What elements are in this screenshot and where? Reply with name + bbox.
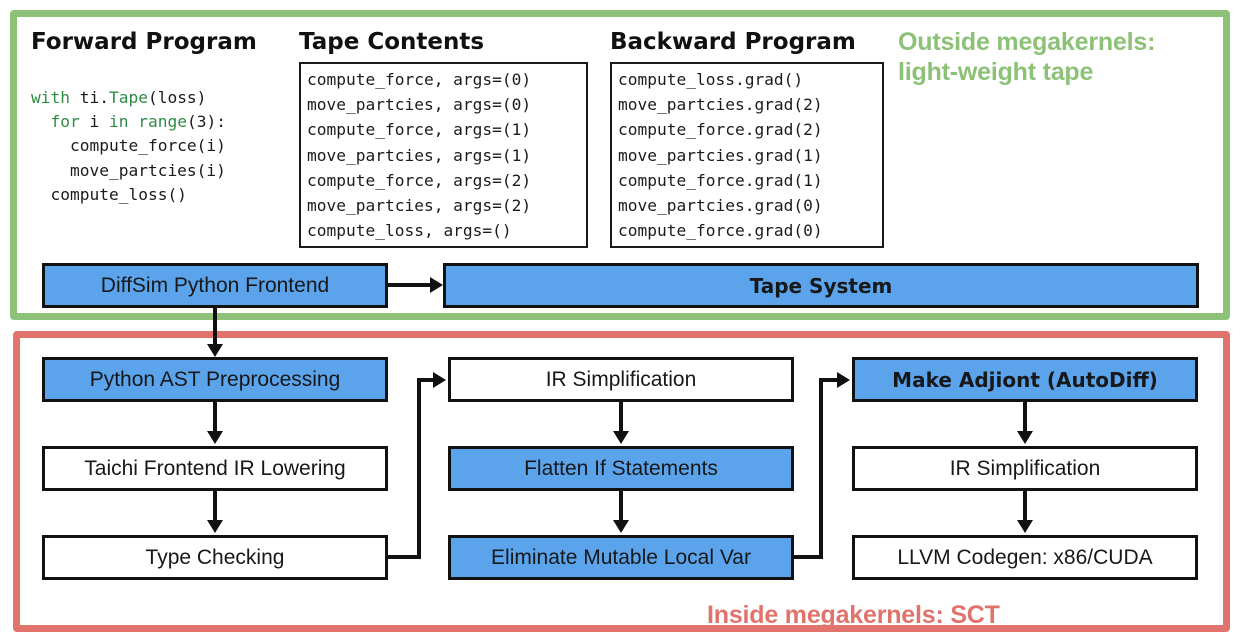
edge-typecheck-to-irsimp1-seg2 [417, 378, 421, 559]
arrowhead-flatten-to-eliminate [613, 520, 629, 533]
code-keyword-in: in range [109, 112, 187, 132]
arrowhead-frontend-to-tape-system [430, 277, 443, 293]
node-python-ast-preprocessing[interactable]: Python AST Preprocessing [42, 357, 388, 402]
heading-backward-program: Backward Program [610, 29, 856, 55]
code-keyword-for: for [50, 112, 80, 132]
annotation-inside-megakernels: Inside megakernels: SCT [707, 601, 1000, 629]
tape-contents-list: compute_force, args=(0) move_partcies, a… [307, 70, 532, 241]
node-tape-system[interactable]: Tape System [443, 263, 1199, 308]
edge-flatten-to-eliminate [619, 491, 623, 522]
node-make-adjoint-autodiff[interactable]: Make Adjiont (AutoDiff) [852, 357, 1198, 402]
arrowhead-frontend-to-ast [207, 344, 223, 357]
node-diffsim-python-frontend[interactable]: DiffSim Python Frontend [42, 263, 388, 308]
code-forward-program: with ti.Tape(loss) for i in range(3): co… [31, 88, 226, 204]
code-keyword-with: with [31, 88, 70, 107]
node-type-checking[interactable]: Type Checking [42, 535, 388, 580]
heading-forward-program: Forward Program [31, 29, 257, 55]
node-eliminate-mutable-local-var[interactable]: Eliminate Mutable Local Var [448, 535, 794, 580]
arrowhead-lowering-to-typecheck [207, 520, 223, 533]
edge-adjoint-to-irsimp2 [1023, 402, 1027, 433]
arrowhead-irsimp1-to-flatten [613, 431, 629, 444]
edge-eliminate-to-adjoint-seg3 [819, 378, 839, 382]
arrowhead-adjoint-to-irsimp2 [1017, 431, 1033, 444]
node-flatten-if-statements[interactable]: Flatten If Statements [448, 446, 794, 491]
arrowhead-ast-to-lowering [207, 431, 223, 444]
edge-eliminate-to-adjoint-seg2 [819, 378, 823, 559]
edge-irsimp2-to-llvm [1023, 491, 1027, 522]
diagram-canvas: Outside megakernels: light-weight tape I… [0, 0, 1243, 644]
node-taichi-frontend-ir-lowering[interactable]: Taichi Frontend IR Lowering [42, 446, 388, 491]
edge-frontend-to-tape-system [388, 283, 430, 287]
backward-program-box: compute_loss.grad() move_partcies.grad(2… [610, 62, 884, 248]
arrowhead-irsimp2-to-llvm [1017, 520, 1033, 533]
arrowhead-typecheck-to-irsimp1 [433, 372, 446, 388]
tape-contents-box: compute_force, args=(0) move_partcies, a… [299, 62, 588, 248]
edge-frontend-to-ast [213, 308, 217, 346]
arrowhead-eliminate-to-adjoint [837, 372, 850, 388]
edge-irsimp1-to-flatten [619, 402, 623, 433]
annotation-outside-megakernels: Outside megakernels: light-weight tape [898, 28, 1156, 86]
edge-ast-to-lowering [213, 402, 217, 433]
backward-program-list: compute_loss.grad() move_partcies.grad(2… [618, 70, 823, 241]
node-ir-simplification-2[interactable]: IR Simplification [852, 446, 1198, 491]
edge-lowering-to-typecheck [213, 491, 217, 522]
node-llvm-codegen[interactable]: LLVM Codegen: x86/CUDA [852, 535, 1198, 580]
node-ir-simplification-1[interactable]: IR Simplification [448, 357, 794, 402]
heading-tape-contents: Tape Contents [299, 29, 485, 55]
code-keyword-tape: Tape [108, 88, 148, 107]
